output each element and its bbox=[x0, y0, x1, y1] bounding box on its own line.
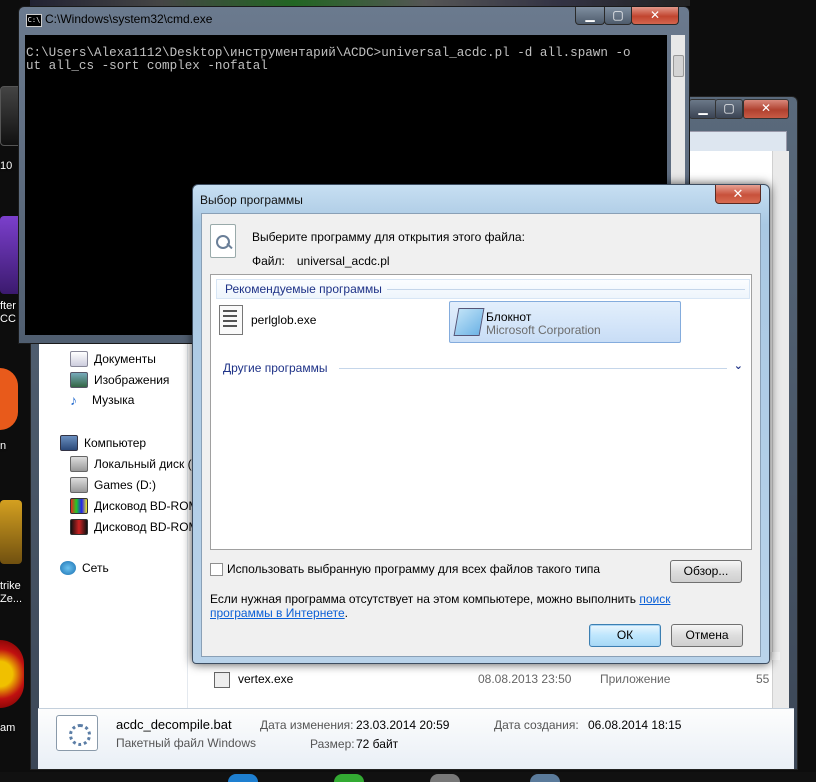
nav-item-bd-rom-1[interactable]: Дисковод BD-ROM bbox=[70, 498, 199, 514]
file-info: Файл: universal_acdc.pl bbox=[252, 254, 390, 268]
checkbox-label: Использовать выбранную программу для все… bbox=[227, 562, 601, 576]
modified-label: Дата изменения: bbox=[260, 718, 354, 732]
created-label: Дата создания: bbox=[494, 718, 579, 732]
size-label: Размер: bbox=[310, 737, 355, 751]
minimize-button[interactable]: ▁ bbox=[575, 7, 605, 25]
other-programs-label: Другие программы bbox=[223, 361, 328, 375]
disc-icon bbox=[70, 519, 88, 535]
scroll-thumb[interactable] bbox=[673, 55, 684, 77]
cmd-title: C:\Windows\system32\cmd.exe bbox=[45, 12, 213, 26]
nav-label: Компьютер bbox=[84, 436, 147, 450]
file-date: 08.08.2013 23:50 bbox=[478, 672, 572, 686]
program-publisher: Microsoft Corporation bbox=[486, 323, 601, 337]
nav-label: Дисковод BD-ROM bbox=[94, 499, 199, 513]
recommended-label: Рекомендуемые программы bbox=[225, 282, 382, 296]
checkbox-box[interactable] bbox=[210, 562, 223, 576]
nav-label: Дисковод BD-ROM bbox=[94, 520, 199, 534]
nav-label: Сеть bbox=[82, 561, 109, 575]
taskbar bbox=[0, 772, 816, 782]
nav-item-pictures[interactable]: Изображения bbox=[70, 372, 169, 388]
modified-value: 23.03.2014 20:59 bbox=[356, 718, 450, 732]
exe-icon bbox=[214, 672, 230, 688]
details-file-name: acdc_decompile.bat bbox=[116, 717, 232, 732]
hint-text: Если нужная программа отсутствует на это… bbox=[210, 592, 710, 620]
program-item-notepad[interactable]: Блокнот Microsoft Corporation bbox=[449, 301, 681, 343]
minimize-button[interactable]: ▁ bbox=[689, 99, 717, 119]
nav-item-local-disk[interactable]: Локальный диск (C bbox=[70, 456, 200, 472]
file-name: vertex.exe bbox=[238, 672, 294, 686]
dialog-prompt: Выберите программу для открытия этого фа… bbox=[252, 230, 525, 244]
taskbar-icon[interactable] bbox=[228, 774, 258, 782]
exe-icon bbox=[219, 305, 243, 335]
drive-icon bbox=[70, 456, 88, 472]
network-icon bbox=[60, 561, 76, 575]
hint-body: Если нужная программа отсутствует на это… bbox=[210, 592, 640, 606]
desktop-icon-label: n bbox=[0, 440, 7, 452]
taskbar-icon[interactable] bbox=[530, 774, 560, 782]
maximize-button[interactable]: ▢ bbox=[715, 99, 743, 119]
program-name: perlglob.exe bbox=[251, 313, 317, 327]
music-icon: ♪ bbox=[70, 392, 77, 408]
search-bar[interactable] bbox=[689, 131, 787, 153]
dialog-close-button[interactable]: ✕ bbox=[715, 185, 761, 204]
always-use-checkbox[interactable]: Использовать выбранную программу для все… bbox=[210, 562, 600, 576]
group-divider bbox=[339, 368, 727, 369]
hint-end: . bbox=[344, 606, 348, 620]
close-button[interactable]: ✕ bbox=[743, 99, 789, 119]
nav-label: Изображения bbox=[94, 373, 170, 387]
nav-label: Музыка bbox=[92, 393, 135, 407]
batch-file-icon bbox=[56, 715, 98, 751]
nav-item-computer[interactable]: Компьютер bbox=[60, 435, 146, 451]
nav-label: Документы bbox=[94, 352, 156, 366]
chevron-down-icon[interactable]: ⌄ bbox=[734, 359, 743, 372]
dialog-title: Выбор программы bbox=[200, 193, 303, 207]
game-icon[interactable] bbox=[0, 500, 22, 564]
scrollbar[interactable] bbox=[772, 151, 789, 761]
file-type: Приложение bbox=[600, 672, 671, 686]
maximize-button[interactable]: ▢ bbox=[604, 7, 632, 25]
nav-item-bd-rom-2[interactable]: Дисковод BD-ROM bbox=[70, 519, 199, 535]
other-programs-header[interactable]: Другие программы ⌄ bbox=[223, 359, 743, 375]
notepad-icon bbox=[453, 308, 485, 336]
computer-icon bbox=[60, 435, 78, 451]
file-row[interactable]: vertex.exe 08.08.2013 23:50 Приложение 5… bbox=[214, 672, 769, 688]
details-pane: acdc_decompile.bat Пакетный файл Windows… bbox=[38, 708, 794, 769]
desktop-icon-label: am bbox=[0, 722, 16, 734]
pictures-icon bbox=[70, 372, 88, 388]
file-search-icon bbox=[210, 224, 236, 258]
nav-item-music[interactable]: ♪ Музыка bbox=[70, 393, 134, 407]
nav-item-network[interactable]: Сеть bbox=[60, 561, 109, 575]
drive-icon bbox=[70, 477, 88, 493]
disc-icon bbox=[70, 498, 88, 514]
file-name: universal_acdc.pl bbox=[296, 254, 390, 268]
program-item-perlglob[interactable]: perlglob.exe bbox=[219, 305, 316, 335]
nav-item-documents[interactable]: Документы bbox=[70, 351, 156, 367]
documents-icon bbox=[70, 351, 88, 367]
details-file-type: Пакетный файл Windows bbox=[116, 736, 257, 750]
nav-label: Локальный диск (C bbox=[94, 457, 201, 471]
nav-item-games-drive[interactable]: Games (D:) bbox=[70, 477, 156, 493]
dialog-body: Выберите программу для открытия этого фа… bbox=[201, 213, 761, 657]
size-value: 72 байт bbox=[356, 737, 399, 751]
game-icon[interactable] bbox=[0, 640, 24, 708]
cancel-button[interactable]: Отмена bbox=[671, 624, 743, 647]
console-text: C:\Users\Alexa1112\Desktop\инструментари… bbox=[26, 46, 631, 73]
program-list[interactable]: Рекомендуемые программы perlglob.exe Бло… bbox=[210, 274, 752, 550]
desktop-icon-label: trike Ze... bbox=[0, 580, 23, 605]
nav-label: Games (D:) bbox=[94, 478, 157, 492]
cmd-icon: C:\ bbox=[26, 14, 42, 27]
recommended-group-header[interactable]: Рекомендуемые программы bbox=[216, 279, 750, 299]
file-label: Файл: bbox=[252, 254, 285, 268]
browse-button[interactable]: Обзор... bbox=[670, 560, 742, 583]
close-button[interactable]: ✕ bbox=[631, 7, 679, 25]
browser-icon[interactable] bbox=[0, 368, 18, 430]
group-divider bbox=[387, 289, 745, 290]
created-value: 06.08.2014 18:15 bbox=[588, 718, 682, 732]
ok-button[interactable]: ОК bbox=[589, 624, 661, 647]
taskbar-icon[interactable] bbox=[334, 774, 364, 782]
open-with-dialog: Выбор программы ✕ Выберите программу для… bbox=[192, 184, 770, 664]
program-name: Блокнот bbox=[486, 310, 532, 324]
file-size: 55 bbox=[756, 672, 770, 686]
taskbar-icon[interactable] bbox=[430, 774, 460, 782]
